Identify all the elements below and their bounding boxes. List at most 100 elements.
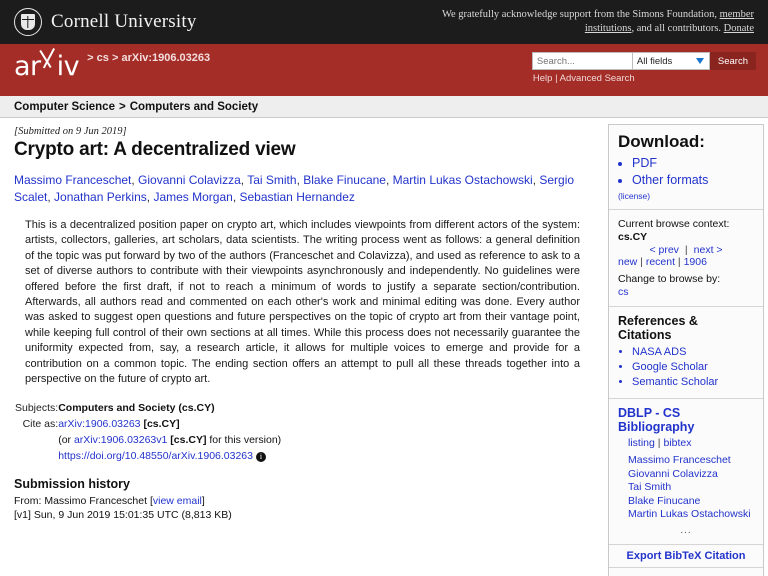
dblp-more-toggle[interactable]: ... (618, 522, 754, 536)
dblp-author-link[interactable]: Massimo Franceschet (628, 454, 731, 466)
download-other-formats-link[interactable]: Other formats (632, 173, 708, 187)
author-link[interactable]: Martin Lukas Ostachowski (393, 173, 533, 187)
abstract-text: This is a decentralized position paper o… (25, 219, 580, 386)
bookmark-section: Bookmark ✄🐘 (609, 568, 763, 576)
dblp-author[interactable]: Blake Finucane (628, 495, 754, 509)
dblp-links-row: listing | bibtex (618, 437, 754, 449)
semantic-scholar-link[interactable]: Semantic Scholar (632, 376, 718, 388)
download-pdf-link[interactable]: PDF (632, 156, 657, 170)
subject-secondary-link[interactable]: Computers and Society (130, 101, 258, 113)
download-heading: Download: (618, 132, 705, 151)
dblp-author-link[interactable]: Blake Finucane (628, 495, 700, 507)
download-section: Download: PDF Other formats (license) (609, 125, 763, 210)
author-link[interactable]: Jonathan Perkins (54, 190, 147, 204)
doi-link[interactable]: https://doi.org/10.48550/arXiv.1906.0326… (58, 450, 253, 462)
list-item[interactable]: PDF (632, 155, 754, 172)
list-item[interactable]: Semantic Scholar (632, 375, 754, 390)
version-category: [cs.CY] (170, 434, 207, 447)
doi-info-icon[interactable]: i (256, 451, 266, 462)
export-bibtex-row[interactable]: Export BibTeX Citation (609, 545, 763, 568)
table-row: Cite as: arXiv:1906.03263 [cs.CY] (15, 417, 281, 433)
author-link[interactable]: Blake Finucane (303, 173, 386, 187)
help-pipe: | (555, 73, 558, 84)
subject-sep: > (118, 100, 126, 113)
breadcrumb-archive-link[interactable]: cs (97, 52, 109, 64)
list-item[interactable]: NASA ADS (632, 345, 754, 360)
arxiv-breadcrumb: > cs > arXiv:1906.03263 (87, 52, 210, 64)
prev-link[interactable]: < prev (649, 244, 678, 256)
dblp-author[interactable]: Tai Smith (628, 481, 754, 495)
view-email-link[interactable]: view email (153, 495, 202, 507)
chevron-down-icon (695, 58, 704, 64)
subject-primary-link[interactable]: Computer Science (14, 101, 115, 113)
breadcrumb-sep-1: > (87, 52, 94, 64)
browse-context-section: Current browse context: cs.CY < prev | nex… (609, 210, 763, 307)
author-link[interactable]: Massimo Franceschet (14, 173, 131, 187)
google-scholar-link[interactable]: Google Scholar (632, 361, 708, 373)
list-item[interactable]: Google Scholar (632, 360, 754, 375)
search-input[interactable] (531, 52, 632, 70)
main-column: [Submitted on 9 Jun 2019] Crypto art: A … (0, 118, 608, 522)
references-section: References & Citations NASA ADS Google S… (609, 307, 763, 399)
submission-version-line: [v1] Sun, 9 Jun 2019 15:01:35 UTC (8,813… (14, 509, 232, 522)
from-suffix: ] (201, 495, 205, 508)
cite-arxiv-id-link[interactable]: arXiv:1906.03263 (58, 418, 140, 430)
arxiv-logo[interactable]: ar iv (14, 53, 80, 81)
submission-from-line: From: Massimo Franceschet [view email] (14, 494, 594, 508)
help-link[interactable]: Help (533, 73, 553, 84)
author-link[interactable]: Tai Smith (247, 173, 296, 187)
cornell-university-label: Cornell University (51, 11, 197, 32)
dblp-author[interactable]: Giovanni Colavizza (628, 468, 754, 482)
author-link[interactable]: Sebastian Hernandez (239, 190, 354, 204)
version-id-link[interactable]: arXiv:1906.03263v1 (74, 434, 167, 446)
dblp-author[interactable]: Massimo Franceschet (628, 454, 754, 468)
author-link[interactable]: Giovanni Colavizza (138, 173, 241, 187)
prev-next-row: < prev | next > (618, 243, 754, 256)
browse-context-code: cs.CY (618, 231, 648, 243)
metadata-table: Subjects: Computers and Society (cs.CY) … (15, 401, 281, 465)
dblp-author-link[interactable]: Giovanni Colavizza (628, 468, 718, 480)
search-help-row: Help | Advanced Search (532, 73, 756, 84)
dblp-heading: DBLP - CS Bibliography (618, 406, 695, 434)
advanced-search-link[interactable]: Advanced Search (560, 73, 635, 84)
table-row: (or arXiv:1906.03263v1 [cs.CY] for this … (15, 433, 281, 449)
dblp-author-list: Massimo Franceschet Giovanni Colavizza T… (618, 454, 754, 522)
version-prefix: (or (58, 434, 74, 447)
next-link[interactable]: next > (694, 244, 723, 256)
search-field-select[interactable]: All fields (631, 52, 710, 70)
right-sidebar: Download: PDF Other formats (license) Cu… (608, 118, 768, 576)
cite-category: [cs.CY] (143, 418, 180, 431)
arxiv-logo-chi-icon (41, 53, 57, 81)
acknowledgement-text: We gratefully acknowledge support from t… (424, 8, 754, 36)
change-browse-heading: Change to browse by: (618, 273, 721, 285)
sidebar-box: Download: PDF Other formats (license) Cu… (608, 124, 764, 576)
breadcrumb-sep-2: > (111, 52, 119, 64)
dblp-bibtex-link[interactable]: bibtex (663, 437, 691, 449)
dblp-author[interactable]: Martin Lukas Ostachowski (628, 508, 754, 522)
from-prefix: From: Massimo Franceschet [ (14, 495, 153, 508)
dblp-author-link[interactable]: Tai Smith (628, 481, 671, 493)
version-suffix: for this version) (206, 434, 282, 447)
search-button[interactable]: Search (709, 52, 756, 70)
export-bibtex-link[interactable]: Export BibTeX Citation (627, 550, 746, 562)
table-row: Subjects: Computers and Society (cs.CY) (15, 401, 281, 417)
list-item[interactable]: Other formats (632, 172, 754, 189)
new-link[interactable]: new (618, 256, 637, 268)
cornell-branding[interactable]: Cornell University (14, 8, 197, 36)
dblp-pipe: | (657, 437, 661, 449)
search-row: All fields Search (531, 52, 756, 70)
author-link[interactable]: James Morgan (153, 190, 232, 204)
donate-link[interactable]: Donate (724, 23, 754, 34)
search-field-selected-label: All fields (636, 55, 673, 67)
license-link[interactable]: (license) (618, 191, 754, 201)
dblp-listing-link[interactable]: listing (628, 437, 655, 449)
submitted-date: [Submitted on 9 Jun 2019] (14, 126, 127, 137)
nasa-ads-link[interactable]: NASA ADS (632, 346, 686, 358)
recent-link[interactable]: recent (646, 256, 675, 268)
dblp-author-link[interactable]: Martin Lukas Ostachowski (628, 508, 751, 520)
change-browse-cs-link[interactable]: cs (618, 286, 629, 298)
arxiv-logo-group[interactable]: ar iv (14, 53, 80, 81)
arxiv-header-bar: ar iv > cs > arXiv:1906.03263 All fields… (0, 44, 768, 96)
month-link[interactable]: 1906 (684, 256, 707, 268)
page-title: Crypto art: A decentralized view (14, 139, 296, 160)
